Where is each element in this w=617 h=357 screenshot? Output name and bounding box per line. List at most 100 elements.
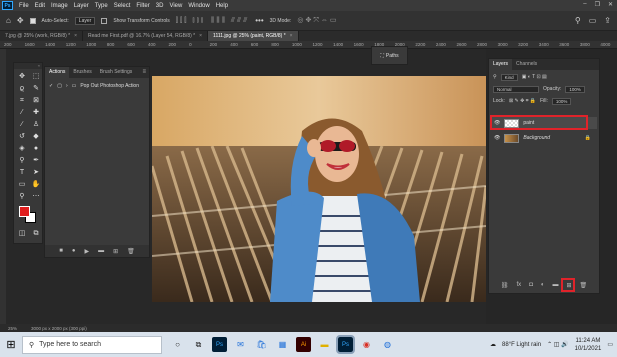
close-icon[interactable]: ✕ <box>608 1 613 8</box>
play-icon[interactable]: ▶ <box>84 248 89 255</box>
menu-type[interactable]: Type <box>92 3 111 9</box>
taskbar-search-box[interactable]: ⚲ Type here to search <box>22 335 162 354</box>
auto-select-dropdown[interactable]: Layer <box>74 16 96 25</box>
menu-image[interactable]: Image <box>48 3 71 9</box>
minimize-icon[interactable]: – <box>583 1 586 8</box>
toggle-check-icon[interactable]: ✓ <box>49 83 53 89</box>
dialog-toggle-icon[interactable]: ▢ <box>57 83 62 89</box>
blur-tool-icon[interactable]: ● <box>30 144 42 153</box>
edge-icon[interactable]: ◍ <box>380 337 395 352</box>
share-icon[interactable]: ⇪ <box>604 16 611 25</box>
color-swatches[interactable] <box>17 204 42 226</box>
tab-channels[interactable]: Channels <box>512 59 541 70</box>
menu-edit[interactable]: Edit <box>32 3 48 9</box>
menu-select[interactable]: Select <box>111 3 134 9</box>
windows-start-icon[interactable]: ⊞ <box>0 332 22 357</box>
quick-select-tool-icon[interactable]: ✎ <box>30 84 42 93</box>
expand-arrow-icon[interactable]: › <box>66 83 68 89</box>
weather-text[interactable]: 88°F Light rain <box>502 342 541 348</box>
eyedropper-tool-icon[interactable]: ⁄ <box>16 108 28 117</box>
brush-tool-icon[interactable]: ∕ <box>16 120 28 129</box>
tab-brushes[interactable]: Brushes <box>69 67 95 78</box>
restore-icon[interactable]: ❐ <box>595 1 600 8</box>
filter-icons[interactable]: ▣ ◐ T ⊡ ▤ <box>522 74 547 80</box>
close-icon[interactable]: × <box>290 33 293 39</box>
move-tool-icon[interactable]: ✥ <box>17 16 24 25</box>
home-icon[interactable]: ⌂ <box>6 16 11 25</box>
show-transform-checkbox[interactable] <box>101 17 108 24</box>
more-options-icon[interactable]: ••• <box>255 16 263 25</box>
stop-icon[interactable]: ■ <box>59 248 63 254</box>
tab-7jpg[interactable]: 7.jpg @ 25% (work, RGB/8) * × <box>0 31 84 41</box>
menu-help[interactable]: Help <box>213 3 231 9</box>
app-icon[interactable]: ▦ <box>275 337 290 352</box>
tab-1111jpg[interactable]: 1111.jpg @ 25% (paint, RGB/8) * × <box>208 31 299 41</box>
crop-tool-icon[interactable]: ⌗ <box>16 96 28 105</box>
zoom-level[interactable]: 25% <box>8 326 17 331</box>
paths-panel-collapsed[interactable]: ⛶ Paths <box>371 46 408 65</box>
tab-brush-settings[interactable]: Brush Settings <box>96 67 137 78</box>
tab-layers[interactable]: Layers <box>489 59 513 70</box>
action-set-row[interactable]: ✓ ▢ › ▭ Pop Out Photoshop Action <box>45 81 149 91</box>
path-select-icon[interactable]: ➤ <box>30 168 42 177</box>
history-brush-icon[interactable]: ↺ <box>16 132 28 141</box>
foreground-color-swatch[interactable] <box>19 206 30 217</box>
mail-icon[interactable]: ✉ <box>233 337 248 352</box>
store-icon[interactable]: 🛍 <box>254 337 269 352</box>
menu-window[interactable]: Window <box>185 3 212 9</box>
align-buttons-icon[interactable]: ⫿⫿⫿ ⫾⫾⫾ <box>176 17 205 25</box>
document-info[interactable]: 3000 px x 2000 px (300 ppi) <box>31 326 87 331</box>
menu-3d[interactable]: 3D <box>153 3 167 9</box>
visibility-eye-icon[interactable]: 👁 <box>494 135 500 141</box>
lasso-tool-icon[interactable]: ϱ <box>16 84 28 93</box>
layer-mask-icon[interactable]: ◘ <box>529 282 533 288</box>
eraser-tool-icon[interactable]: ◆ <box>30 132 42 141</box>
type-tool-icon[interactable]: T <box>16 168 28 177</box>
menu-file[interactable]: File <box>16 3 32 9</box>
new-action-icon[interactable]: ⊞ <box>113 248 118 255</box>
more-tools-icon[interactable]: ⋯ <box>30 192 42 201</box>
stamp-tool-icon[interactable]: ♙ <box>30 120 42 129</box>
menu-layer[interactable]: Layer <box>71 3 92 9</box>
adjustment-layer-icon[interactable]: ◐ <box>541 282 545 288</box>
record-icon[interactable]: ● <box>72 248 76 254</box>
auto-select-checkbox[interactable] <box>29 17 36 24</box>
dodge-tool-icon[interactable]: ⚲ <box>16 156 28 165</box>
photoshop-active-icon[interactable]: Ps <box>336 335 355 354</box>
cortana-icon[interactable]: ○ <box>170 337 185 352</box>
hand-tool-icon[interactable]: ✋ <box>30 180 42 189</box>
illustrator-icon[interactable]: Ai <box>296 337 311 352</box>
screen-mode-icon[interactable]: ⧉ <box>30 229 42 238</box>
chrome-icon[interactable]: ◉ <box>359 337 374 352</box>
pen-tool-icon[interactable]: ✒ <box>30 156 42 165</box>
trash-icon[interactable]: 🗑 <box>127 248 135 255</box>
blend-mode-dropdown[interactable]: Normal <box>493 85 539 93</box>
frame-tool-icon[interactable]: ⊠ <box>30 96 42 105</box>
fill-input[interactable]: 100% <box>551 97 572 105</box>
trash-icon[interactable]: 🗑 <box>579 282 587 289</box>
layer-row-background[interactable]: 👁 Background 🔒 <box>491 132 597 144</box>
task-view-icon[interactable]: ⧉ <box>191 337 206 352</box>
move-tool-icon[interactable]: ✥ <box>16 72 28 81</box>
menu-filter[interactable]: Filter <box>133 3 152 9</box>
marquee-tool-icon[interactable]: ⬚ <box>30 72 42 81</box>
paint-bucket-icon[interactable]: ◈ <box>16 144 28 153</box>
new-set-icon[interactable]: ▬ <box>98 248 104 254</box>
close-icon[interactable]: × <box>199 33 202 39</box>
photoshop-taskbar-icon[interactable]: Ps <box>212 337 227 352</box>
kind-filter-dropdown[interactable]: Kind <box>500 73 518 81</box>
tab-readme[interactable]: Read me First.pdf @ 16.7% (Layer 54, RGB… <box>83 31 209 41</box>
menu-view[interactable]: View <box>166 3 185 9</box>
clock[interactable]: 11:24 AM 10/1/2021 <box>575 337 602 353</box>
healing-tool-icon[interactable]: ✚ <box>30 108 42 117</box>
file-explorer-icon[interactable]: ▬ <box>317 337 332 352</box>
tab-actions[interactable]: Actions <box>45 67 70 78</box>
rectangle-tool-icon[interactable]: ▭ <box>16 180 28 189</box>
quick-mask-icon[interactable]: ◫ <box>16 229 28 238</box>
fx-icon[interactable]: fx <box>517 282 522 288</box>
workspace-icon[interactable]: ▭ <box>589 16 597 25</box>
search-icon[interactable]: ⚲ <box>575 16 581 25</box>
document-photo[interactable] <box>152 76 486 302</box>
close-icon[interactable]: × <box>74 33 77 39</box>
group-folder-icon[interactable]: ▬ <box>552 282 558 288</box>
